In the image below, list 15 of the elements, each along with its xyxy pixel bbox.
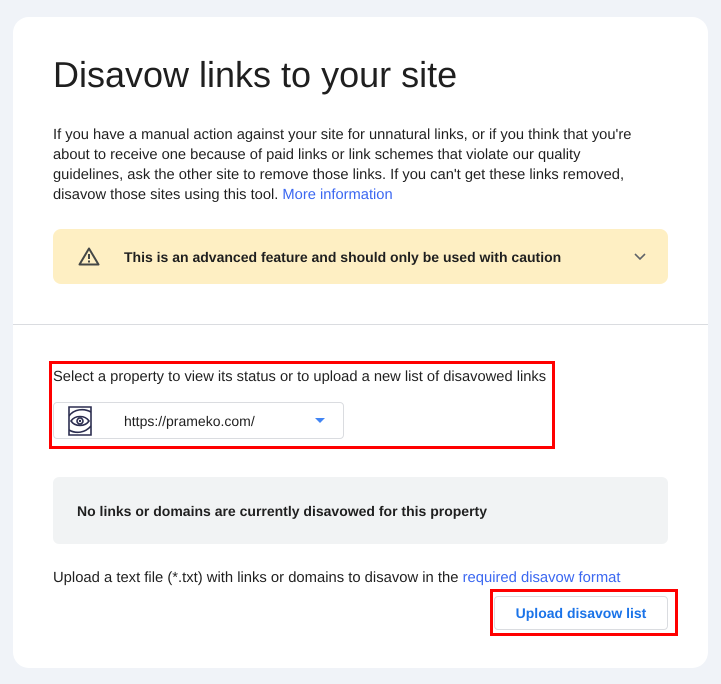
more-information-link[interactable]: More information xyxy=(282,187,393,203)
warning-text: This is an advanced feature and should only be used with caution xyxy=(124,248,562,264)
page-title: Disavow links to your site xyxy=(53,53,458,97)
eye-logo-icon xyxy=(68,406,92,436)
warning-icon xyxy=(78,247,100,266)
dropdown-caret-icon xyxy=(315,418,325,423)
intro-text: If you have a manual action against your site for unnatural links, or if you think that you're about to receive one because of paid links or link schemes that violate our quality guidelines, ask the other site to remove those links. If you can't get these links removed, disavow those sites using this tool. More information xyxy=(53,126,632,205)
chevron-icon xyxy=(634,252,646,260)
property-label: Select a property to view its status or to upload a new list of disavowed links xyxy=(53,368,548,387)
upload-button[interactable]: Upload disavow list xyxy=(494,596,668,630)
status-message: No links or domains are currently disavowed for this property xyxy=(77,502,487,518)
disavow-format-link[interactable]: required disavow format xyxy=(462,570,620,586)
upload-instructions: Upload a text file (*.txt) with links or domains to disavow in the required disavow format xyxy=(53,569,622,588)
expand-button[interactable] xyxy=(634,252,646,260)
property-select[interactable]: https://prameko.com/ xyxy=(53,402,344,439)
